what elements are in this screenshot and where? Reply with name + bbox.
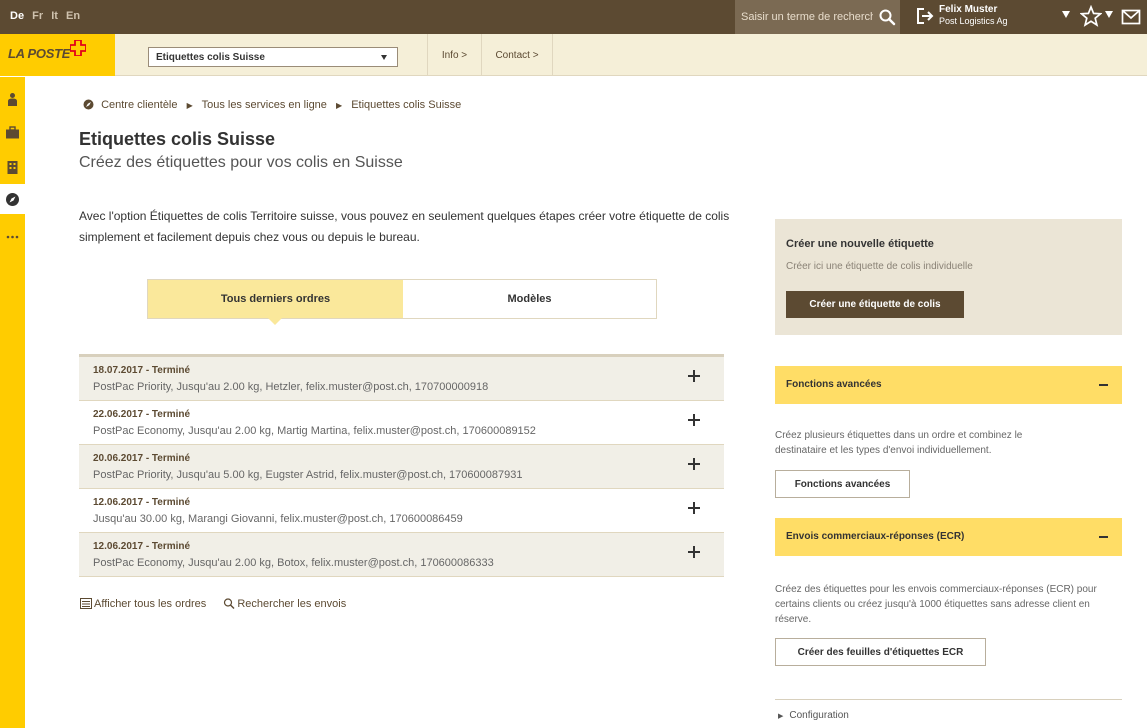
- briefcase-icon[interactable]: [5, 125, 20, 140]
- logout-icon[interactable]: [915, 6, 935, 26]
- tab-latest-orders[interactable]: Tous derniers ordres: [148, 280, 403, 318]
- mail-icon[interactable]: [1121, 8, 1141, 26]
- order-links: Afficher tous les ordres Rechercher les …: [80, 598, 360, 610]
- breadcrumb-separator-icon: ▶: [335, 101, 343, 110]
- active-tab-pointer: [268, 318, 282, 325]
- language-en[interactable]: En: [66, 10, 80, 22]
- search-input[interactable]: Saisir un terme de recherche: [741, 11, 873, 23]
- show-all-orders-label: Afficher tous les ordres: [94, 598, 207, 610]
- compass-icon[interactable]: [5, 192, 20, 207]
- orders-list: 18.07.2017 - Terminé PostPac Priority, J…: [79, 354, 724, 577]
- tab-templates[interactable]: Modèles: [403, 280, 656, 318]
- nav-contact-link[interactable]: Contact >: [481, 34, 553, 76]
- person-icon[interactable]: [5, 92, 20, 107]
- new-label-text: Créer ici une étiquette de colis individ…: [786, 261, 973, 272]
- list-item[interactable]: 20.06.2017 - Terminé PostPac Priority, J…: [79, 445, 724, 489]
- ecr-title: Envois commerciaux-réponses (ECR): [786, 531, 965, 542]
- search-icon[interactable]: [878, 8, 896, 26]
- intro-text: Avec l'option Étiquettes de colis Territ…: [79, 209, 730, 244]
- breadcrumb-item[interactable]: Tous les services en ligne: [202, 99, 327, 111]
- search-shipments-label: Rechercher les envois: [237, 598, 347, 610]
- search-icon: [224, 598, 235, 609]
- plus-icon[interactable]: [688, 458, 700, 470]
- advanced-functions-text: Créez plusieurs étiquettes dans un ordre…: [775, 430, 1023, 456]
- search-box[interactable]: Saisir un terme de recherche: [735, 0, 900, 34]
- more-icon[interactable]: [5, 228, 20, 243]
- search-shipments-link[interactable]: Rechercher les envois: [223, 598, 346, 610]
- list-item[interactable]: 18.07.2017 - Terminé PostPac Priority, J…: [79, 357, 724, 401]
- configuration-label: Configuration: [789, 710, 849, 721]
- create-ecr-sheets-button[interactable]: Créer des feuilles d'étiquettes ECR: [775, 638, 986, 666]
- chevron-down-icon: [381, 55, 387, 60]
- order-date: 18.07.2017 - Terminé: [93, 365, 191, 376]
- new-label-panel: Créer une nouvelle étiquette Créer ici u…: [775, 219, 1122, 335]
- show-all-orders-link[interactable]: Afficher tous les ordres: [80, 598, 206, 610]
- create-label-button[interactable]: Créer une étiquette de colis: [786, 291, 964, 318]
- order-date: 22.06.2017 - Terminé: [93, 409, 191, 420]
- plus-icon[interactable]: [688, 414, 700, 426]
- list-icon: [80, 598, 92, 609]
- language-fr[interactable]: Fr: [32, 10, 43, 22]
- breadcrumb-separator-icon: ▶: [186, 101, 193, 110]
- user-menu-chevron-icon[interactable]: [1062, 11, 1070, 18]
- page-subtitle: Créez des étiquettes pour vos colis en S…: [79, 154, 403, 171]
- order-date: 12.06.2017 - Terminé: [93, 497, 191, 508]
- breadcrumb-current: Etiquettes colis Suisse: [351, 99, 462, 111]
- order-description: PostPac Economy, Jusqu'au 2.00 kg, Marti…: [93, 425, 536, 437]
- orders-tabs: Tous derniers ordres Modèles: [147, 279, 657, 319]
- nav-info-link[interactable]: Info >: [427, 34, 481, 76]
- page-title: Etiquettes colis Suisse: [79, 129, 276, 149]
- order-date: 20.06.2017 - Terminé: [93, 453, 191, 464]
- user-name: Felix Muster: [939, 4, 998, 15]
- breadcrumb: Centre clientèle ▶ Tous les services en …: [83, 99, 461, 111]
- ecr-text: Créez des étiquettes pour les envois com…: [775, 584, 1097, 625]
- order-description: PostPac Economy, Jusqu'au 2.00 kg, Botox…: [93, 557, 494, 569]
- advanced-functions-header[interactable]: Fonctions avancées: [775, 366, 1122, 404]
- list-item[interactable]: 12.06.2017 - Terminé Jusqu'au 30.00 kg, …: [79, 489, 724, 533]
- divider: [775, 699, 1122, 700]
- new-label-title: Créer une nouvelle étiquette: [786, 238, 934, 250]
- user-company: Post Logistics Ag: [939, 16, 1008, 26]
- list-item[interactable]: 22.06.2017 - Terminé PostPac Economy, Ju…: [79, 401, 724, 445]
- order-date: 12.06.2017 - Terminé: [93, 541, 191, 552]
- advanced-functions-button[interactable]: Fonctions avancées: [775, 470, 910, 498]
- compass-icon: [83, 99, 94, 110]
- left-rail: [0, 77, 25, 728]
- plus-icon[interactable]: [688, 370, 700, 382]
- logo-area[interactable]: LA POSTE: [0, 34, 115, 76]
- favorites-chevron-icon[interactable]: [1105, 11, 1113, 18]
- building-icon[interactable]: [5, 160, 20, 175]
- star-icon[interactable]: [1080, 5, 1102, 27]
- order-description: PostPac Priority, Jusqu'au 5.00 kg, Eugs…: [93, 469, 523, 481]
- chevron-right-icon: ▶: [778, 713, 784, 720]
- post-logo[interactable]: LA POSTE: [8, 46, 70, 61]
- service-select-value: Etiquettes colis Suisse: [156, 52, 265, 63]
- order-description: Jusqu'au 30.00 kg, Marangi Giovanni, fel…: [93, 513, 463, 525]
- list-item[interactable]: 12.06.2017 - Terminé PostPac Economy, Ju…: [79, 533, 724, 577]
- breadcrumb-item[interactable]: Centre clientèle: [101, 99, 177, 111]
- top-bar: De Fr It En Saisir un terme de recherche…: [0, 0, 1147, 34]
- order-description: PostPac Priority, Jusqu'au 2.00 kg, Hetz…: [93, 381, 489, 393]
- service-bar: LA POSTE Etiquettes colis Suisse Info > …: [0, 34, 1147, 76]
- minus-icon[interactable]: [1099, 384, 1108, 386]
- minus-icon[interactable]: [1099, 536, 1108, 538]
- swiss-cross-icon: [70, 40, 86, 56]
- language-it[interactable]: It: [51, 10, 58, 22]
- advanced-functions-title: Fonctions avancées: [786, 379, 882, 390]
- service-select[interactable]: Etiquettes colis Suisse: [148, 47, 398, 67]
- user-menu[interactable]: Felix Muster Post Logistics Ag: [905, 0, 1050, 34]
- language-switcher: De Fr It En: [10, 10, 85, 22]
- plus-icon[interactable]: [688, 546, 700, 558]
- configuration-link[interactable]: ▶ Configuration: [778, 710, 849, 721]
- ecr-header[interactable]: Envois commerciaux-réponses (ECR): [775, 518, 1122, 556]
- plus-icon[interactable]: [688, 502, 700, 514]
- language-de[interactable]: De: [10, 10, 24, 22]
